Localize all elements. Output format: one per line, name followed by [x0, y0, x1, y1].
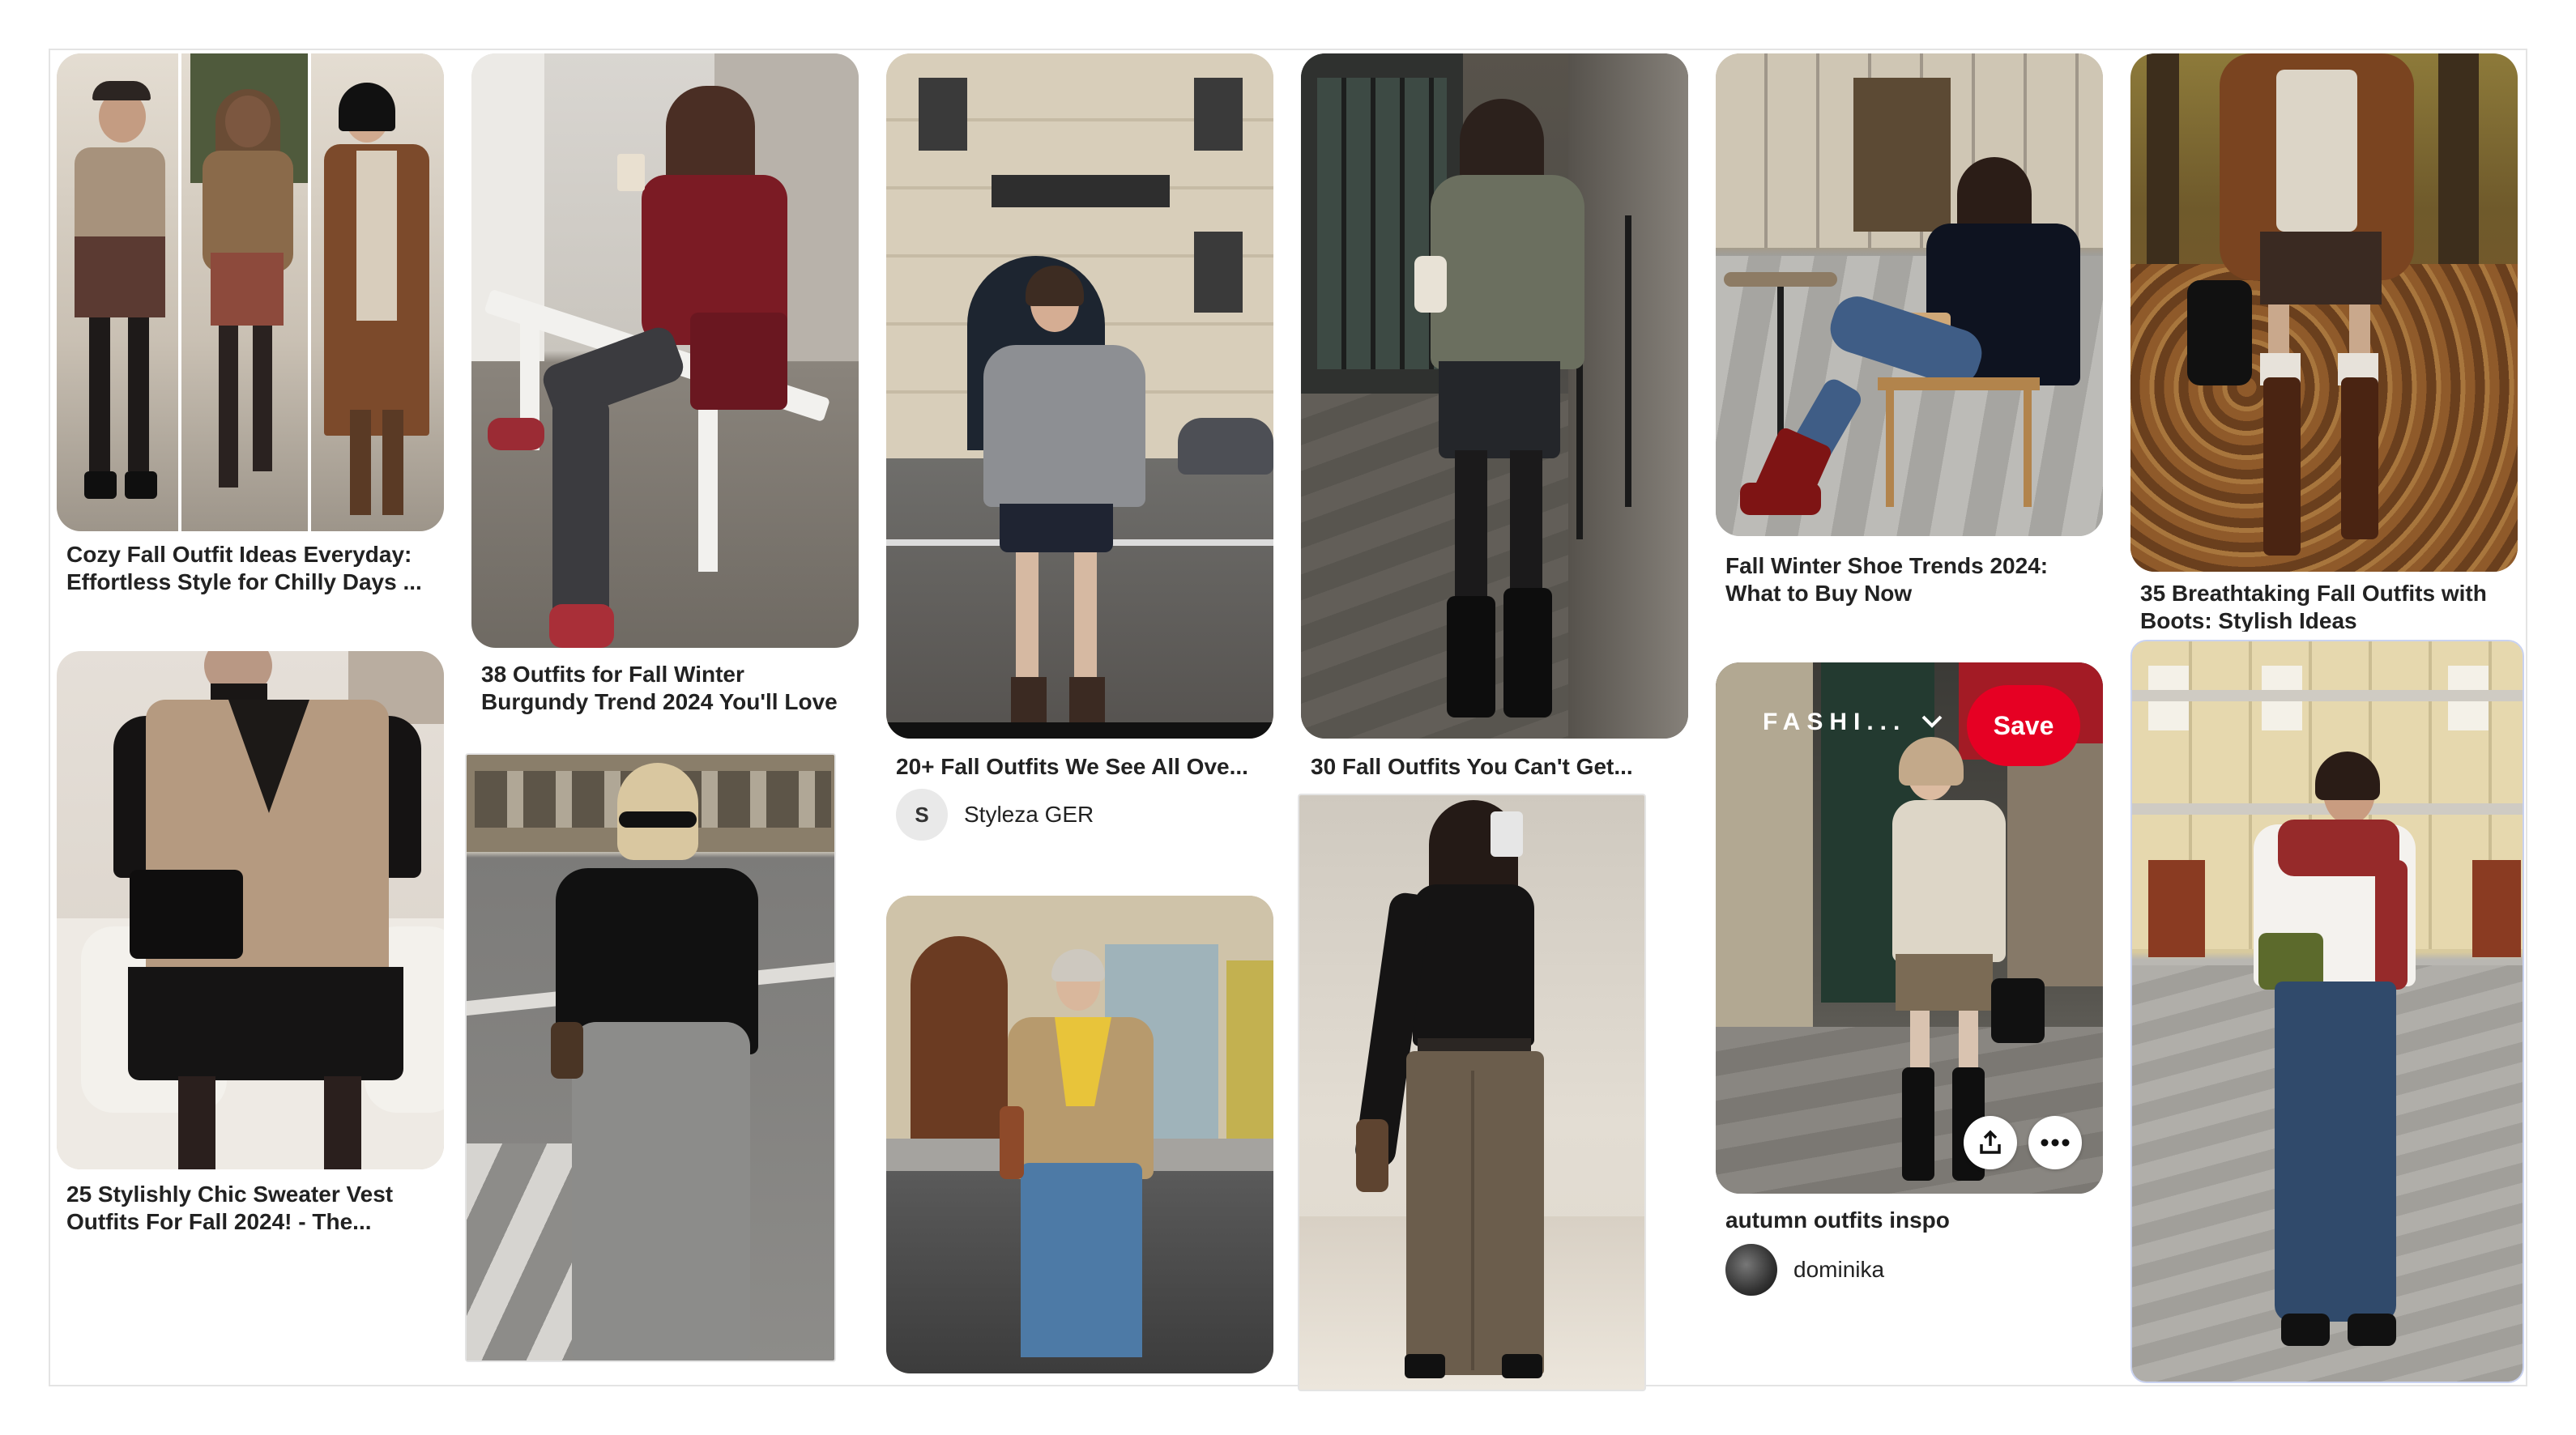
pin-brown-trousers[interactable] — [1298, 794, 1646, 1391]
author-name[interactable]: dominika — [1793, 1257, 1884, 1283]
pin-caption[interactable]: Cozy Fall Outfit Ideas Everyday: Effortl… — [66, 541, 436, 596]
pin-caption[interactable]: 38 Outfits for Fall Winter Burgundy Tren… — [481, 661, 851, 716]
pin-breathtaking-boots[interactable]: 35 Breathtaking Fall Outfits with Boots:… — [2130, 53, 2518, 637]
pin-burgundy[interactable]: 38 Outfits for Fall Winter Burgundy Tren… — [471, 53, 859, 718]
pin-image[interactable] — [57, 651, 444, 1169]
board-picker-label: FASHI... — [1763, 709, 1907, 735]
pin-jeans-cardigan[interactable] — [2130, 640, 2524, 1383]
pin-image[interactable] — [2130, 53, 2518, 572]
pin-30-fall-outfits[interactable]: 30 Fall Outfits You Can't Get... — [1301, 53, 1688, 798]
pin-image[interactable] — [1716, 53, 2103, 536]
avatar[interactable] — [1725, 1244, 1777, 1296]
share-icon[interactable] — [1964, 1116, 2017, 1169]
pin-20-fall-outfits[interactable]: 20+ Fall Outfits We See All Ove... S Sty… — [886, 53, 1273, 841]
pin-caption[interactable]: 25 Stylishly Chic Sweater Vest Outfits F… — [66, 1181, 436, 1236]
avatar[interactable]: S — [896, 789, 948, 841]
pin-cozy-fall[interactable]: Cozy Fall Outfit Ideas Everyday: Effortl… — [57, 53, 444, 603]
pin-board: Cozy Fall Outfit Ideas Everyday: Effortl… — [49, 49, 2527, 1391]
pin-author[interactable]: S Styleza GER — [896, 789, 1094, 841]
pin-sweater-vest[interactable]: 25 Stylishly Chic Sweater Vest Outfits F… — [57, 651, 444, 1234]
board-picker[interactable]: FASHI... — [1763, 698, 1943, 747]
pin-caption[interactable]: 35 Breathtaking Fall Outfits with Boots:… — [2140, 580, 2510, 632]
pin-autumn-inspo[interactable]: FASHI... Save autumn outfits inspo domin… — [1716, 662, 2103, 1302]
pin-image[interactable] — [2130, 640, 2524, 1383]
pin-image[interactable]: FASHI... Save — [1716, 662, 2103, 1194]
pin-image[interactable] — [886, 53, 1273, 739]
more-icon[interactable] — [2028, 1116, 2082, 1169]
pin-image[interactable] — [471, 53, 859, 648]
pin-image[interactable] — [57, 53, 444, 531]
pin-image[interactable] — [1298, 794, 1646, 1391]
pin-caption[interactable]: 30 Fall Outfits You Can't Get... — [1311, 753, 1680, 781]
pin-image[interactable] — [465, 753, 836, 1362]
pin-caption[interactable]: autumn outfits inspo — [1725, 1207, 2095, 1234]
pin-street-knit[interactable] — [465, 753, 836, 1362]
pin-author[interactable]: dominika — [1725, 1244, 1884, 1296]
author-name[interactable]: Styleza GER — [964, 802, 1094, 828]
chevron-down-icon — [1921, 709, 1943, 736]
pin-image[interactable] — [1301, 53, 1688, 739]
pin-caption[interactable]: Fall Winter Shoe Trends 2024: What to Bu… — [1725, 552, 2095, 607]
pin-caption[interactable]: 20+ Fall Outfits We See All Ove... — [896, 753, 1265, 781]
pin-image[interactable] — [886, 896, 1273, 1373]
pin-yellow-scarf[interactable] — [886, 896, 1273, 1373]
save-button[interactable]: Save — [1967, 685, 2080, 766]
pin-shoe-trends[interactable]: Fall Winter Shoe Trends 2024: What to Bu… — [1716, 53, 2103, 612]
